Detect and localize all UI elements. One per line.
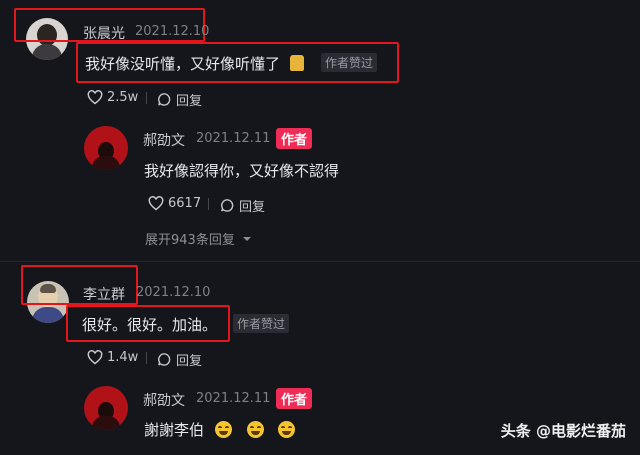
expand-replies-label: 展开943条回复 — [145, 233, 235, 248]
heart-icon — [87, 90, 103, 105]
like-count: 2.5w — [107, 90, 139, 105]
reply-text: 謝謝李伯 — [144, 419, 296, 440]
comment-date: 2021.12.10 — [136, 285, 211, 300]
reply-date: 2021.12.11 — [196, 391, 271, 406]
like-count: 6617 — [168, 196, 202, 211]
grin-emoji-icon — [214, 421, 232, 438]
comment-icon — [158, 93, 171, 106]
comment-text-content: 我好像没听懂，又好像听懂了 — [85, 55, 281, 73]
comment-date: 2021.12.10 — [135, 24, 210, 39]
avatar[interactable] — [84, 386, 128, 430]
avatar[interactable] — [84, 126, 128, 170]
heart-icon — [148, 196, 164, 211]
divider — [146, 352, 147, 364]
comment-icon — [158, 353, 171, 366]
watermark: 头条 @电影烂番茄 — [500, 422, 626, 440]
expand-replies-button[interactable]: 展开943条回复 — [145, 229, 252, 248]
comment-divider — [0, 261, 640, 262]
grin-emoji-icon — [278, 421, 296, 438]
author-liked-badge: 作者赞过 — [321, 53, 378, 72]
reply-label: 回复 — [239, 200, 266, 215]
reply-date: 2021.12.11 — [196, 131, 271, 146]
grin-emoji-icon — [246, 421, 264, 438]
reply-label: 回复 — [176, 354, 203, 369]
reply-button[interactable]: 回复 — [157, 350, 202, 369]
reply-text-content: 謝謝李伯 — [144, 421, 205, 439]
like-button[interactable]: 2.5w — [87, 90, 138, 105]
divider — [208, 198, 209, 210]
reply-username[interactable]: 郝劭文 — [143, 390, 185, 410]
reply-button[interactable]: 回复 — [220, 196, 265, 215]
reply-button[interactable]: 回复 — [157, 90, 202, 109]
reply-text: 我好像認得你，又好像不認得 — [144, 162, 340, 180]
comment-icon — [221, 199, 234, 212]
author-tag: 作者 — [276, 388, 313, 409]
comment-username[interactable]: 李立群 — [83, 284, 125, 304]
like-count: 1.4w — [107, 350, 139, 365]
comment-username[interactable]: 张晨光 — [83, 23, 125, 43]
chevron-down-icon — [242, 237, 251, 241]
heart-icon — [87, 350, 103, 365]
reply-label: 回复 — [176, 94, 203, 109]
like-button[interactable]: 6617 — [148, 196, 201, 211]
divider — [146, 92, 147, 104]
author-liked-badge: 作者赞过 — [233, 314, 290, 333]
like-button[interactable]: 1.4w — [87, 350, 138, 365]
folded-hands-emoji-icon — [289, 55, 304, 71]
comment-text: 很好。很好。加油。 — [82, 316, 218, 334]
comment-text: 我好像没听懂，又好像听懂了 — [85, 53, 304, 74]
author-tag: 作者 — [276, 128, 313, 149]
reply-username[interactable]: 郝劭文 — [143, 130, 185, 150]
